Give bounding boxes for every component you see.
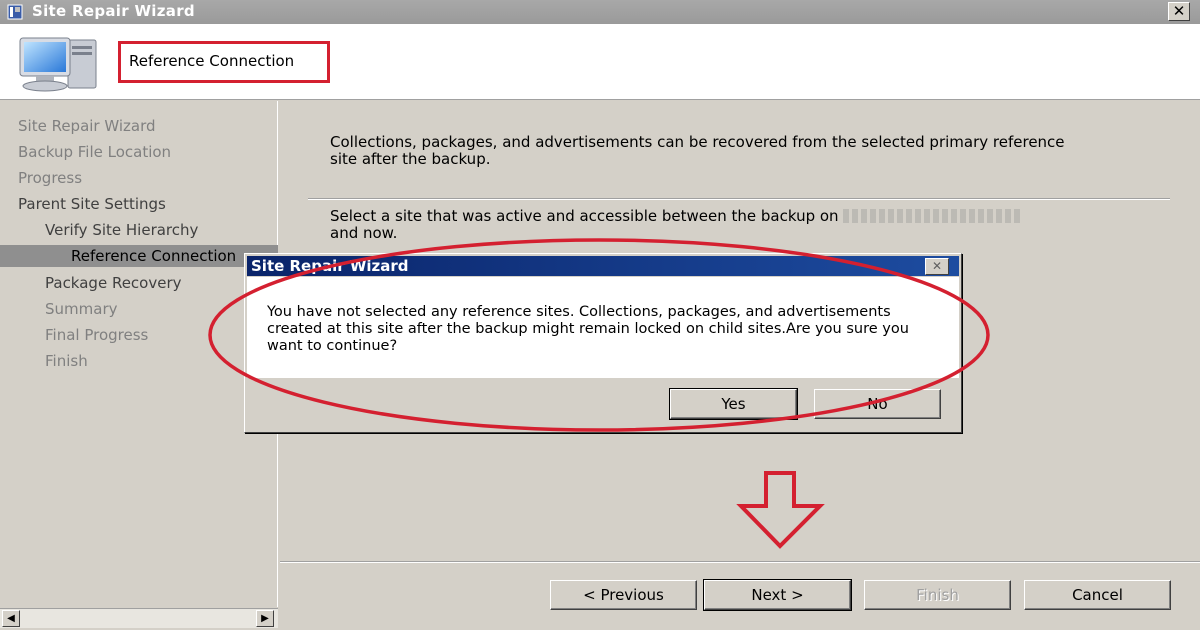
app-icon <box>7 4 23 20</box>
instruction-start: Select a site that was active and access… <box>330 207 839 225</box>
nav-step-progress: Progress <box>18 169 83 187</box>
nav-step-backup-file-location: Backup File Location <box>18 143 172 161</box>
wizard-steps-nav: Site Repair Wizard Backup File Location … <box>0 101 278 607</box>
nav-step-summary: Summary <box>45 300 118 318</box>
dialog-close-button[interactable]: ✕ <box>925 258 949 275</box>
wizard-header: Reference Connection <box>0 24 1200 100</box>
dialog-body: You have not selected any reference site… <box>247 277 959 378</box>
nav-step-reference-connection: Reference Connection <box>0 245 278 267</box>
scroll-left-icon[interactable]: ◀ <box>2 610 20 627</box>
scroll-right-icon[interactable]: ▶ <box>256 610 274 627</box>
window-title: Site Repair Wizard <box>32 2 195 20</box>
dialog-yes-button[interactable]: Yes <box>669 388 798 420</box>
nav-step-package-recovery: Package Recovery <box>45 274 182 292</box>
confirm-dialog: Site Repair Wizard ✕ You have not select… <box>244 253 962 433</box>
close-icon: ✕ <box>1172 2 1186 20</box>
previous-button[interactable]: < Previous <box>550 580 697 610</box>
down-arrow-icon <box>736 471 825 549</box>
nav-horizontal-scrollbar[interactable]: ◀ ▶ <box>0 608 278 628</box>
page-description: Collections, packages, and advertisement… <box>330 133 1065 168</box>
dialog-title: Site Repair Wizard <box>251 257 409 275</box>
site-instruction: Select a site that was active and access… <box>330 208 1110 242</box>
window-close-button[interactable]: ✕ <box>1168 2 1190 21</box>
nav-step-verify-site-hierarchy: Verify Site Hierarchy <box>45 221 199 239</box>
window-titlebar: Site Repair Wizard ✕ <box>0 0 1200 24</box>
page-title-highlight: Reference Connection <box>118 41 330 83</box>
instruction-end: and now. <box>330 224 398 242</box>
dialog-titlebar: Site Repair Wizard ✕ <box>247 256 959 276</box>
cancel-button[interactable]: Cancel <box>1024 580 1171 610</box>
computer-icon <box>19 37 97 92</box>
nav-step-site-repair-wizard: Site Repair Wizard <box>18 117 156 135</box>
next-button[interactable]: Next > <box>703 579 852 611</box>
dialog-no-button[interactable]: No <box>814 389 941 419</box>
close-icon: ✕ <box>931 259 943 273</box>
footer-divider <box>280 561 1200 563</box>
nav-step-parent-site-settings: Parent Site Settings <box>18 195 166 213</box>
finish-button: Finish <box>864 580 1011 610</box>
dialog-message: You have not selected any reference site… <box>267 304 909 354</box>
content-divider <box>308 198 1170 200</box>
nav-step-finish: Finish <box>45 352 88 370</box>
redacted-backup-date <box>843 209 1022 223</box>
page-title: Reference Connection <box>129 52 295 70</box>
nav-step-final-progress: Final Progress <box>45 326 149 344</box>
